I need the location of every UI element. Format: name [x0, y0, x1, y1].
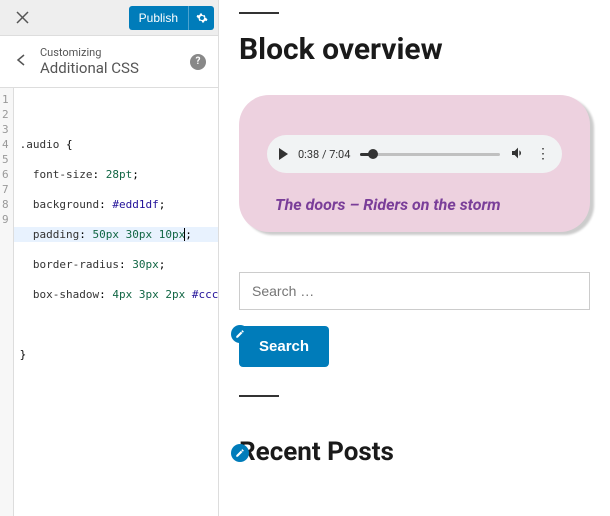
more-icon[interactable]: ⋮ — [536, 146, 550, 162]
panel-title: Additional CSS — [40, 59, 180, 77]
audio-progress[interactable] — [360, 153, 500, 156]
search-input[interactable] — [239, 272, 590, 310]
customizer-topbar: Publish — [0, 0, 218, 36]
edit-shortcut-icon[interactable] — [231, 444, 249, 462]
line-gutter: 1 2 3 4 5 6 7 8 9 — [0, 88, 14, 516]
recent-posts-heading: Recent Posts — [239, 437, 590, 467]
help-icon[interactable]: ? — [190, 54, 206, 70]
live-preview: Block overview 0:38 / 7:04 ⋮ The doors –… — [219, 0, 610, 516]
audio-caption: The doors – Riders on the storm — [267, 195, 562, 214]
volume-icon[interactable] — [510, 145, 526, 164]
close-button[interactable] — [4, 0, 40, 36]
publish-button[interactable]: Publish — [129, 6, 188, 30]
customizer-sidebar: Publish Customizing Additional CSS ? 1 2… — [0, 0, 219, 516]
divider — [239, 395, 279, 397]
gear-icon[interactable] — [188, 6, 214, 30]
back-button[interactable] — [12, 48, 30, 75]
play-icon[interactable] — [279, 148, 288, 160]
search-button[interactable]: Search — [239, 326, 329, 367]
divider — [239, 12, 279, 14]
panel-header: Customizing Additional CSS ? — [0, 36, 218, 88]
audio-player[interactable]: 0:38 / 7:04 ⋮ — [267, 135, 562, 173]
css-code-editor[interactable]: 1 2 3 4 5 6 7 8 9 .audio { font-size: 28… — [0, 88, 218, 516]
code-content[interactable]: .audio { font-size: 28pt; background: #e… — [14, 88, 218, 516]
audio-time: 0:38 / 7:04 — [298, 148, 350, 161]
page-title: Block overview — [239, 32, 590, 67]
edit-shortcut-icon[interactable] — [231, 325, 249, 343]
panel-subtitle: Customizing — [40, 46, 180, 59]
audio-block: 0:38 / 7:04 ⋮ The doors – Riders on the … — [239, 95, 590, 232]
